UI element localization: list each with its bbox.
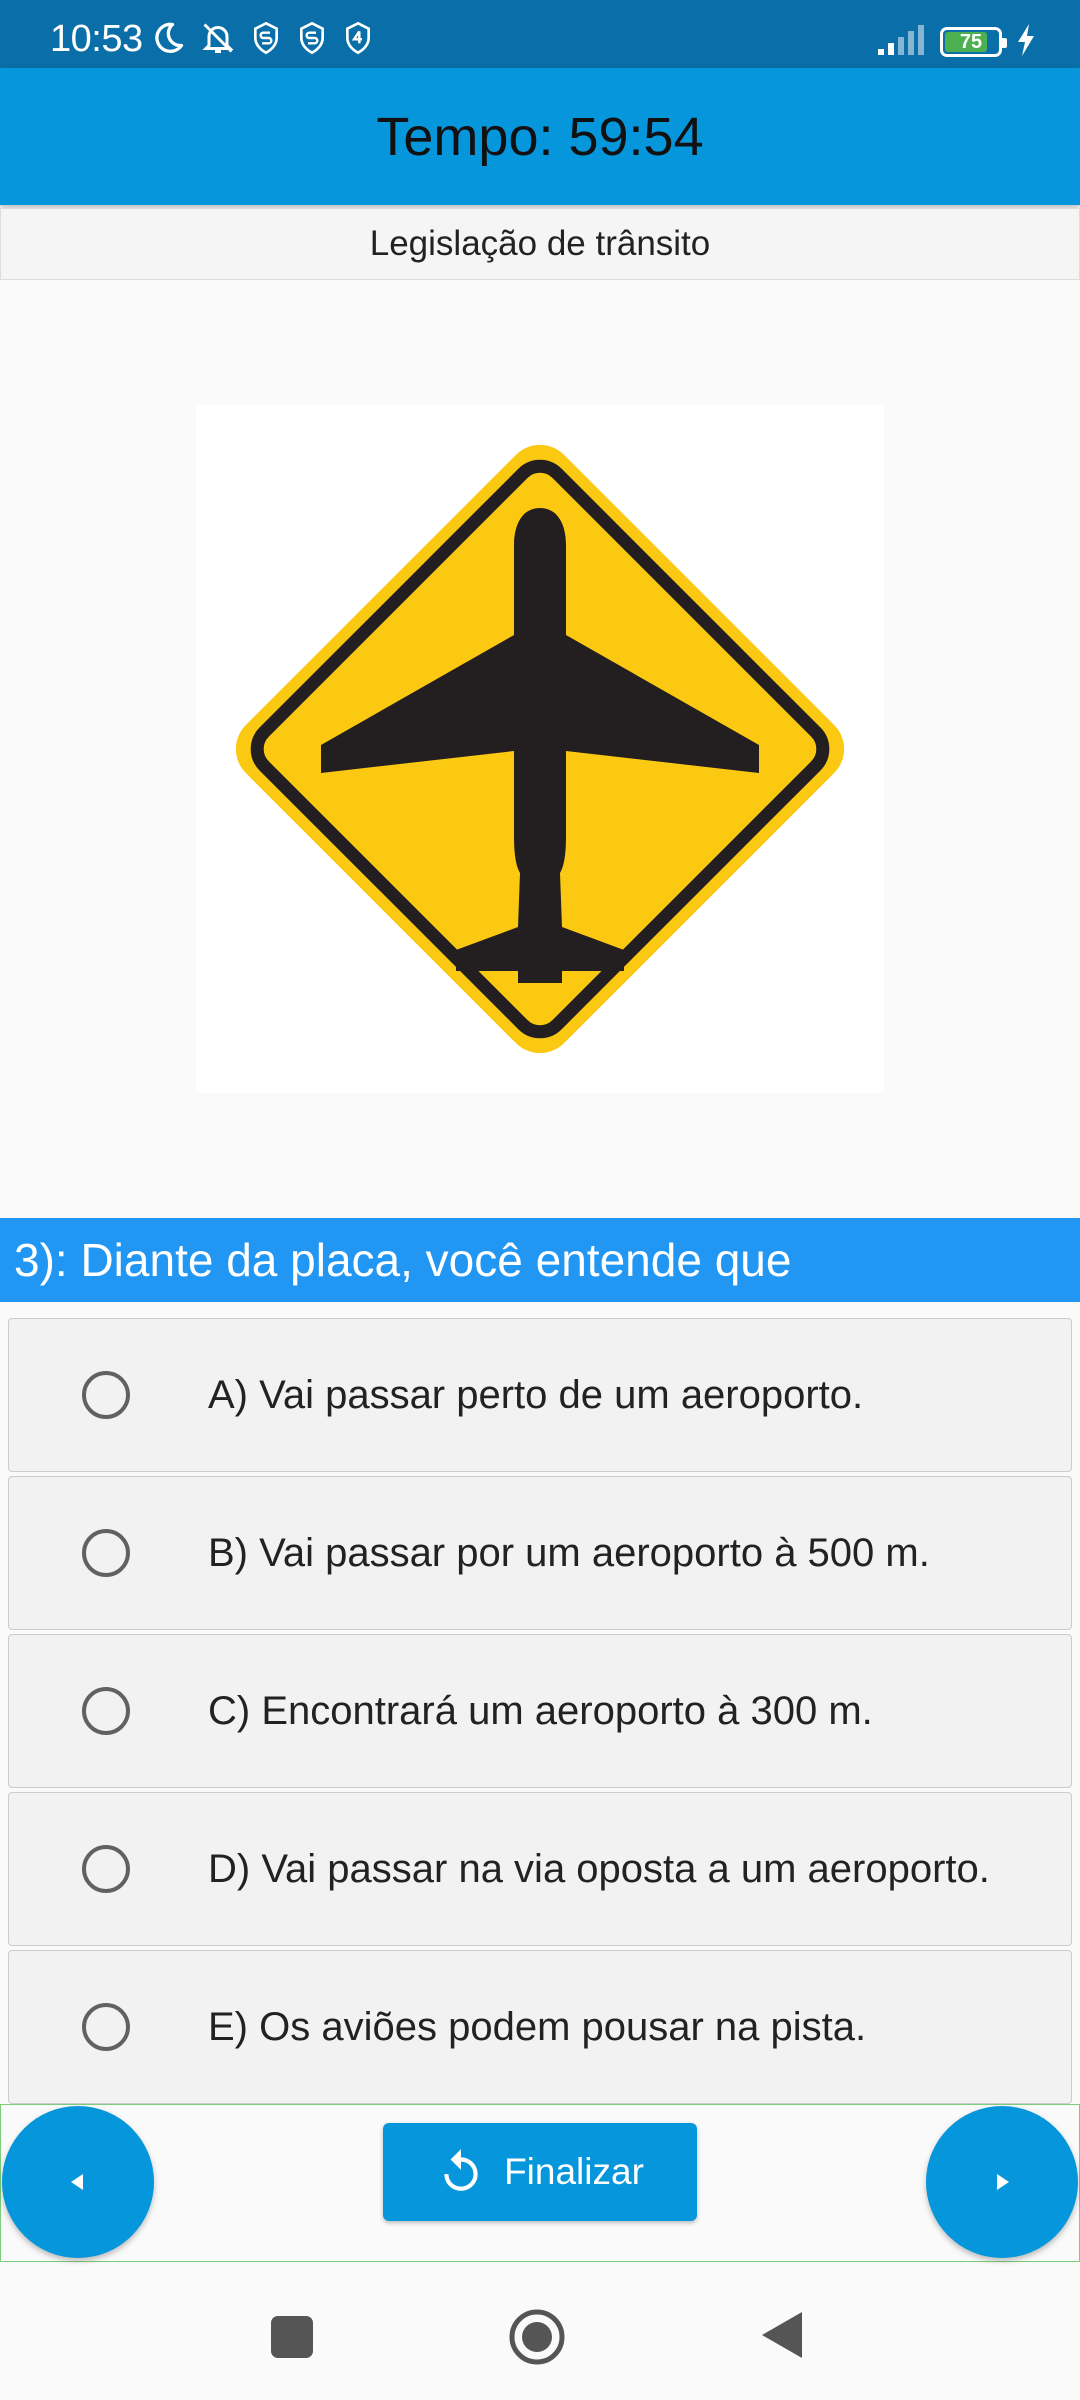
option-label: C) Encontrará um aeroporto à 300 m. xyxy=(208,1689,873,1733)
battery-level: 75 xyxy=(959,31,983,53)
recents-icon xyxy=(271,2316,313,2358)
battery-icon: 75 xyxy=(940,27,1007,57)
bell-off-icon xyxy=(200,20,236,56)
status-icons-right: 75 xyxy=(876,22,1036,62)
option-c[interactable]: C) Encontrará um aeroporto à 300 m. xyxy=(8,1634,1072,1788)
finalize-button[interactable]: Finalizar xyxy=(383,2123,697,2221)
signal-icon xyxy=(876,24,926,60)
question-text: 3): Diante da placa, você entende que xyxy=(14,1234,792,1286)
question-bar: 3): Diante da placa, você entende que xyxy=(0,1218,1080,1302)
radio-button[interactable] xyxy=(82,2003,130,2051)
system-nav-bar xyxy=(0,2270,1080,2400)
category-label: Legislação de trânsito xyxy=(0,208,1080,280)
airport-warning-sign xyxy=(235,444,845,1054)
status-bar: 10:53 75 xyxy=(0,0,1080,68)
shield-4-icon xyxy=(342,20,374,56)
status-time: 10:53 xyxy=(50,18,143,60)
radio-button[interactable] xyxy=(82,1371,130,1419)
option-d[interactable]: D) Vai passar na via oposta a um aeropor… xyxy=(8,1792,1072,1946)
option-label: D) Vai passar na via oposta a um aeropor… xyxy=(208,1847,990,1891)
timer-title: Tempo: 59:54 xyxy=(376,106,704,167)
refresh-icon xyxy=(444,2149,478,2191)
arrow-left-icon xyxy=(71,2174,83,2190)
arrow-right-icon xyxy=(997,2174,1009,2190)
finalize-label: Finalizar xyxy=(504,2151,644,2192)
home-button[interactable] xyxy=(508,2308,566,2371)
back-button[interactable] xyxy=(760,2310,804,2365)
option-a[interactable]: A) Vai passar perto de um aeroporto. xyxy=(8,1318,1072,1472)
option-label: A) Vai passar perto de um aeroporto. xyxy=(208,1373,864,1417)
radio-button[interactable] xyxy=(82,1845,130,1893)
previous-question-button[interactable] xyxy=(2,2106,154,2258)
back-icon xyxy=(762,2312,802,2358)
option-label: B) Vai passar por um aeroporto à 500 m. xyxy=(208,1531,930,1575)
option-label: E) Os aviões podem pousar na pista. xyxy=(208,2005,867,2049)
app-bar: Tempo: 59:54 xyxy=(0,68,1080,205)
next-question-button[interactable] xyxy=(926,2106,1078,2258)
recents-button[interactable] xyxy=(271,2316,313,2363)
charging-bolt-icon xyxy=(1016,23,1036,61)
moon-icon xyxy=(150,20,186,56)
status-icons-left xyxy=(150,18,374,58)
home-icon xyxy=(509,2309,565,2365)
radio-button[interactable] xyxy=(82,1687,130,1735)
shield-s-icon xyxy=(250,20,282,56)
option-e[interactable]: E) Os aviões podem pousar na pista. xyxy=(8,1950,1072,2104)
question-image xyxy=(196,405,884,1093)
answer-options: A) Vai passar perto de um aeroporto. B) … xyxy=(8,1318,1072,2108)
option-b[interactable]: B) Vai passar por um aeroporto à 500 m. xyxy=(8,1476,1072,1630)
radio-button[interactable] xyxy=(82,1529,130,1577)
shield-s-icon xyxy=(296,20,328,56)
